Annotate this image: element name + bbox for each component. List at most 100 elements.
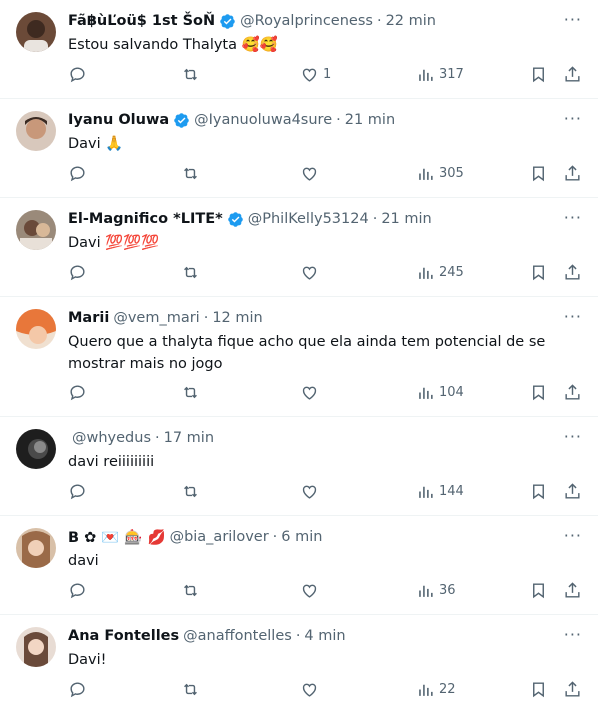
bookmark-button[interactable] <box>529 263 548 282</box>
timestamp[interactable]: 21 min <box>381 211 431 227</box>
retweet-button[interactable] <box>181 164 200 183</box>
retweet-button[interactable] <box>181 680 200 699</box>
share-icon <box>565 66 580 82</box>
avatar[interactable] <box>16 528 56 568</box>
tweet[interactable]: Fã฿ùĽoü$ 1st ŠoŇ @Royalprinceness · 22 m… <box>0 0 598 99</box>
bookmark-button[interactable] <box>529 581 548 600</box>
handle[interactable]: @Royalprinceness <box>240 13 373 29</box>
views-button[interactable]: 22 <box>416 680 456 699</box>
avatar[interactable] <box>16 111 56 151</box>
tweet[interactable]: B ✿ 💌 🎰 💋 @bia_arilover · 6 min ··· davi… <box>0 516 598 615</box>
bookmark-icon <box>533 385 544 401</box>
like-button[interactable] <box>300 680 323 699</box>
handle[interactable]: @anaffontelles <box>183 628 292 644</box>
timestamp[interactable]: 12 min <box>212 310 262 326</box>
share-button[interactable] <box>563 680 582 699</box>
avatar[interactable] <box>16 309 56 349</box>
reply-button[interactable] <box>68 263 87 282</box>
share-button[interactable] <box>563 65 582 84</box>
tweet-text: davi <box>68 553 99 569</box>
reply-icon <box>70 166 85 182</box>
bookmark-button[interactable] <box>529 383 548 402</box>
separator: · <box>336 112 341 128</box>
reply-button[interactable] <box>68 482 87 501</box>
timestamp[interactable]: 21 min <box>345 112 395 128</box>
handle[interactable]: @PhilKelly53124 <box>248 211 369 227</box>
display-name[interactable]: B ✿ 💌 🎰 💋 <box>68 529 166 546</box>
views-button[interactable]: 245 <box>416 263 464 282</box>
reply-button[interactable] <box>68 164 87 183</box>
avatar[interactable] <box>16 627 56 667</box>
separator: · <box>155 430 160 446</box>
timestamp[interactable]: 4 min <box>304 628 345 644</box>
timestamp[interactable]: 17 min <box>164 430 214 446</box>
bookmark-button[interactable] <box>529 65 548 84</box>
timestamp[interactable]: 22 min <box>386 13 436 29</box>
retweet-icon <box>184 167 197 180</box>
share-button[interactable] <box>563 263 582 282</box>
views-button[interactable]: 36 <box>416 581 456 600</box>
reply-button[interactable] <box>68 65 87 84</box>
retweet-button[interactable] <box>181 482 200 501</box>
display-name[interactable]: Fã฿ùĽoü$ 1st ŠoŇ <box>68 13 215 29</box>
view-count: 22 <box>439 682 456 697</box>
display-name[interactable]: Ana Fontelles <box>68 628 179 644</box>
tweet-header: Iyanu Oluwa @Iyanuoluwa4sure · 21 min ··… <box>68 109 582 131</box>
tweet[interactable]: Ana Fontelles @anaffontelles · 4 min ···… <box>0 615 598 714</box>
handle[interactable]: @whyedus <box>72 430 151 446</box>
reply-icon <box>70 67 85 83</box>
like-button[interactable] <box>300 263 323 282</box>
share-button[interactable] <box>563 383 582 402</box>
handle[interactable]: @Iyanuoluwa4sure <box>194 112 332 128</box>
retweet-button[interactable] <box>181 65 200 84</box>
heart-icon <box>302 68 317 82</box>
tweet[interactable]: Marii @vem_mari · 12 min ··· Quero que a… <box>0 297 598 417</box>
tweet[interactable]: Iyanu Oluwa @Iyanuoluwa4sure · 21 min ··… <box>0 99 598 198</box>
retweet-button[interactable] <box>181 383 200 402</box>
handle[interactable]: @bia_arilover <box>170 529 269 545</box>
reply-button[interactable] <box>68 383 87 402</box>
reply-button[interactable] <box>68 680 87 699</box>
share-button[interactable] <box>563 581 582 600</box>
reply-icon <box>70 484 85 500</box>
avatar[interactable] <box>16 210 56 250</box>
tweet[interactable]: El-Magnifico *LITE* @PhilKelly53124 · 21… <box>0 198 598 297</box>
share-button[interactable] <box>563 164 582 183</box>
tweet-header: B ✿ 💌 🎰 💋 @bia_arilover · 6 min ··· <box>68 526 582 548</box>
tweet[interactable]: @whyedus · 17 min ··· davi reiiiiiiiii 1… <box>0 417 598 516</box>
more-options-button[interactable]: ··· <box>564 10 582 29</box>
reply-button[interactable] <box>68 581 87 600</box>
share-icon <box>565 384 580 400</box>
bookmark-button[interactable] <box>529 680 548 699</box>
reply-feed: Fã฿ùĽoü$ 1st ŠoŇ @Royalprinceness · 22 m… <box>0 0 598 714</box>
more-options-button[interactable]: ··· <box>564 625 582 644</box>
retweet-button[interactable] <box>181 263 200 282</box>
like-button[interactable] <box>300 383 323 402</box>
like-button[interactable]: 1 <box>300 65 331 84</box>
views-button[interactable]: 104 <box>416 383 464 402</box>
more-options-button[interactable]: ··· <box>564 427 582 446</box>
handle[interactable]: @vem_mari <box>113 310 199 326</box>
more-options-button[interactable]: ··· <box>564 307 582 326</box>
like-button[interactable] <box>300 164 323 183</box>
bookmark-button[interactable] <box>529 164 548 183</box>
like-button[interactable] <box>300 581 323 600</box>
display-name[interactable]: El-Magnifico *LITE* <box>68 211 223 227</box>
more-options-button[interactable]: ··· <box>564 109 582 128</box>
avatar[interactable] <box>16 12 56 52</box>
bookmark-button[interactable] <box>529 482 548 501</box>
avatar[interactable] <box>16 429 56 469</box>
timestamp[interactable]: 6 min <box>281 529 322 545</box>
views-button[interactable]: 144 <box>416 482 464 501</box>
share-button[interactable] <box>563 482 582 501</box>
like-count: 1 <box>323 67 332 82</box>
more-options-button[interactable]: ··· <box>564 526 582 545</box>
retweet-button[interactable] <box>181 581 200 600</box>
tweet-text: Estou salvando Thalyta 🥰🥰 <box>68 37 278 53</box>
display-name[interactable]: Iyanu Oluwa <box>68 112 169 128</box>
like-button[interactable] <box>300 482 323 501</box>
views-button[interactable]: 317 <box>416 65 464 84</box>
display-name[interactable]: Marii <box>68 310 109 326</box>
views-button[interactable]: 305 <box>416 164 464 183</box>
more-options-button[interactable]: ··· <box>564 208 582 227</box>
